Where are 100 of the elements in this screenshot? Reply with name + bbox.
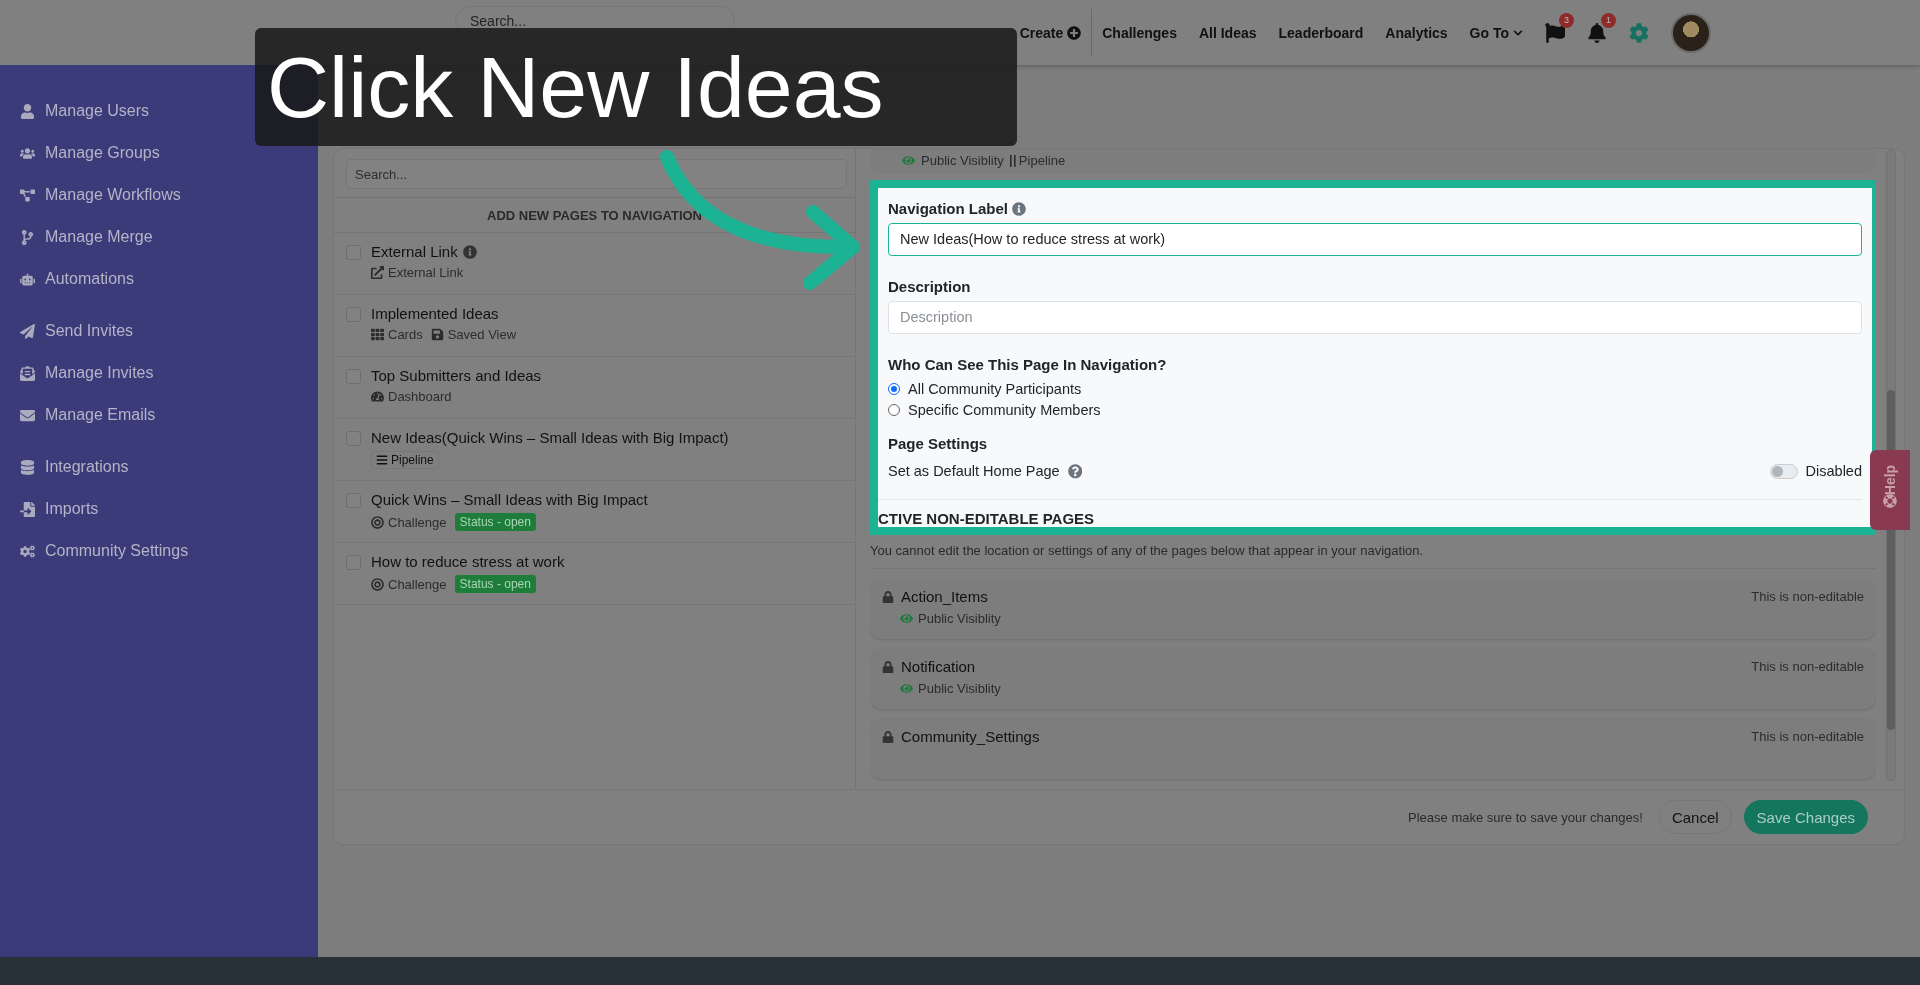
page-title: Notification	[901, 658, 976, 675]
visibility-label: Public Visiblity	[921, 153, 1004, 168]
sidebar-item[interactable]: Manage Users	[20, 99, 150, 123]
save-reminder: Please make sure to save your changes!	[1408, 809, 1643, 825]
save-icon	[430, 328, 444, 341]
sidebar-item[interactable]: Manage Groups	[20, 141, 160, 165]
plus-icon	[1067, 25, 1082, 40]
status-badge: Status - open	[454, 575, 536, 593]
target-icon	[371, 577, 384, 591]
page-title: Action_Items	[901, 588, 988, 605]
sidebar-item-icon	[20, 543, 35, 559]
section-heading: CTIVE NON-EDITABLE PAGES	[878, 499, 1862, 527]
radio-button[interactable]	[888, 383, 900, 396]
radio-option[interactable]: Specific Community Members	[888, 399, 1862, 421]
page-status: This is non-editable	[1751, 729, 1864, 744]
toggle-state: Disabled	[1805, 463, 1862, 480]
notification-badge: 1	[1601, 12, 1616, 28]
nav-link[interactable]: All Ideas	[1198, 24, 1257, 41]
field-label: Description	[888, 277, 972, 295]
lock-icon	[882, 730, 894, 743]
sidebar-item-icon	[20, 145, 35, 161]
page-type-label: External Link	[371, 265, 464, 280]
sidebar-item[interactable]: Manage Workflows	[20, 183, 181, 207]
chevron-down-icon	[1513, 27, 1523, 38]
sidebar-item[interactable]: Manage Emails	[20, 403, 156, 427]
status-badge: Status - open	[454, 513, 536, 531]
sidebar-item-icon	[20, 459, 35, 475]
flag-icon[interactable]	[1545, 22, 1565, 43]
cancel-button[interactable]: Cancel	[1658, 800, 1732, 834]
page-title: Top Submitters and Ideas	[371, 367, 542, 384]
setting-label: Set as Default Home Page	[888, 463, 1060, 480]
settings-icon[interactable]	[1629, 22, 1649, 43]
field-label: Who Can See This Page In Navigation?	[888, 355, 1168, 373]
radio-button[interactable]	[888, 403, 900, 416]
info-text: You cannot edit the location or settings of any of the pages below that appear in your navigation.	[870, 535, 1876, 569]
sidebar-item[interactable]: Imports	[20, 497, 99, 521]
page-title: Community_Settings	[901, 728, 1040, 745]
list-icon	[376, 454, 388, 466]
page-type-label: Cards	[371, 327, 423, 342]
sidebar-item[interactable]: Manage Invites	[20, 361, 154, 385]
toggle-switch[interactable]	[1769, 463, 1798, 479]
sidebar-item-icon	[20, 271, 35, 287]
nav-link[interactable]: Analytics	[1385, 24, 1448, 41]
pipeline-tag: Pipeline	[371, 451, 439, 469]
pipeline-icon	[1009, 154, 1016, 167]
lifebuoy-icon	[1883, 494, 1897, 508]
eye-icon	[902, 154, 915, 167]
sidebar-item[interactable]: Automations	[20, 267, 134, 291]
page-title: External Link	[371, 243, 477, 260]
help-icon	[1067, 464, 1083, 479]
sidebar-item-icon	[20, 323, 35, 339]
page-type-label: Challenge	[371, 576, 447, 592]
grid-icon	[371, 328, 384, 341]
info-icon	[1012, 201, 1027, 216]
save-button[interactable]: Save Changes	[1743, 800, 1868, 834]
target-icon	[371, 515, 384, 529]
page-title: New Ideas(Quick Wins – Small Ideas with Big Impact)	[371, 429, 729, 446]
field-label: Navigation Label	[888, 200, 1862, 217]
page-title: Implemented Ideas	[371, 305, 500, 322]
external-link-icon	[371, 266, 384, 279]
navigation-label-field[interactable]: New Ideas(How to reduce stress at work)	[888, 223, 1862, 256]
sidebar-item[interactable]: Send Invites	[20, 319, 134, 343]
sidebar-item-icon	[20, 501, 35, 517]
visibility-label: Public Visiblity	[900, 611, 1864, 626]
lock-icon	[882, 590, 894, 603]
page-title: How to reduce stress at work	[371, 553, 565, 570]
page-type-label: Pipeline	[1018, 153, 1066, 168]
eye-icon	[900, 682, 913, 695]
search-field[interactable]: Search...	[346, 159, 847, 189]
sidebar-item-icon	[20, 187, 35, 203]
caption-tooltip: Click New Ideas	[255, 28, 1017, 146]
sidebar-item-icon	[20, 229, 35, 245]
help-tab[interactable]: Help	[1870, 450, 1910, 530]
page-type-label: Saved View	[430, 327, 517, 342]
user-avatar[interactable]	[1671, 12, 1711, 53]
radio-option[interactable]: All Community Participants	[888, 378, 1862, 400]
description-field[interactable]: Description	[888, 300, 1862, 334]
page-status: This is non-editable	[1751, 589, 1864, 604]
create-link[interactable]: Create	[1019, 24, 1082, 41]
nav-link[interactable]: Challenges	[1102, 24, 1177, 41]
sidebar-item[interactable]: Community Settings	[20, 539, 189, 563]
sidebar-item[interactable]: Integrations	[20, 455, 129, 479]
page-status: This is non-editable	[1751, 659, 1864, 674]
bell-icon[interactable]	[1587, 22, 1607, 43]
sidebar-item-icon	[20, 103, 35, 119]
page-type-label: Challenge	[371, 514, 447, 530]
sidebar-item-icon	[20, 407, 35, 423]
page-type-label: Dashboard	[371, 389, 452, 404]
visibility-label: Public Visiblity	[900, 681, 1864, 696]
sidebar-item-icon	[20, 365, 35, 381]
page-title: Quick Wins – Small Ideas with Big Impact	[371, 491, 648, 508]
sidebar-item[interactable]: Manage Merge	[20, 225, 153, 249]
eye-icon	[900, 612, 913, 625]
go-to-menu[interactable]: Go To	[1469, 24, 1523, 41]
lock-icon	[882, 660, 894, 673]
field-label: Page Settings	[888, 434, 989, 452]
nav-link[interactable]: Leaderboard	[1278, 24, 1364, 41]
section-heading: ADD NEW PAGES TO NAVIGATION	[334, 197, 855, 233]
gauge-icon	[371, 390, 384, 403]
info-icon	[462, 244, 477, 259]
